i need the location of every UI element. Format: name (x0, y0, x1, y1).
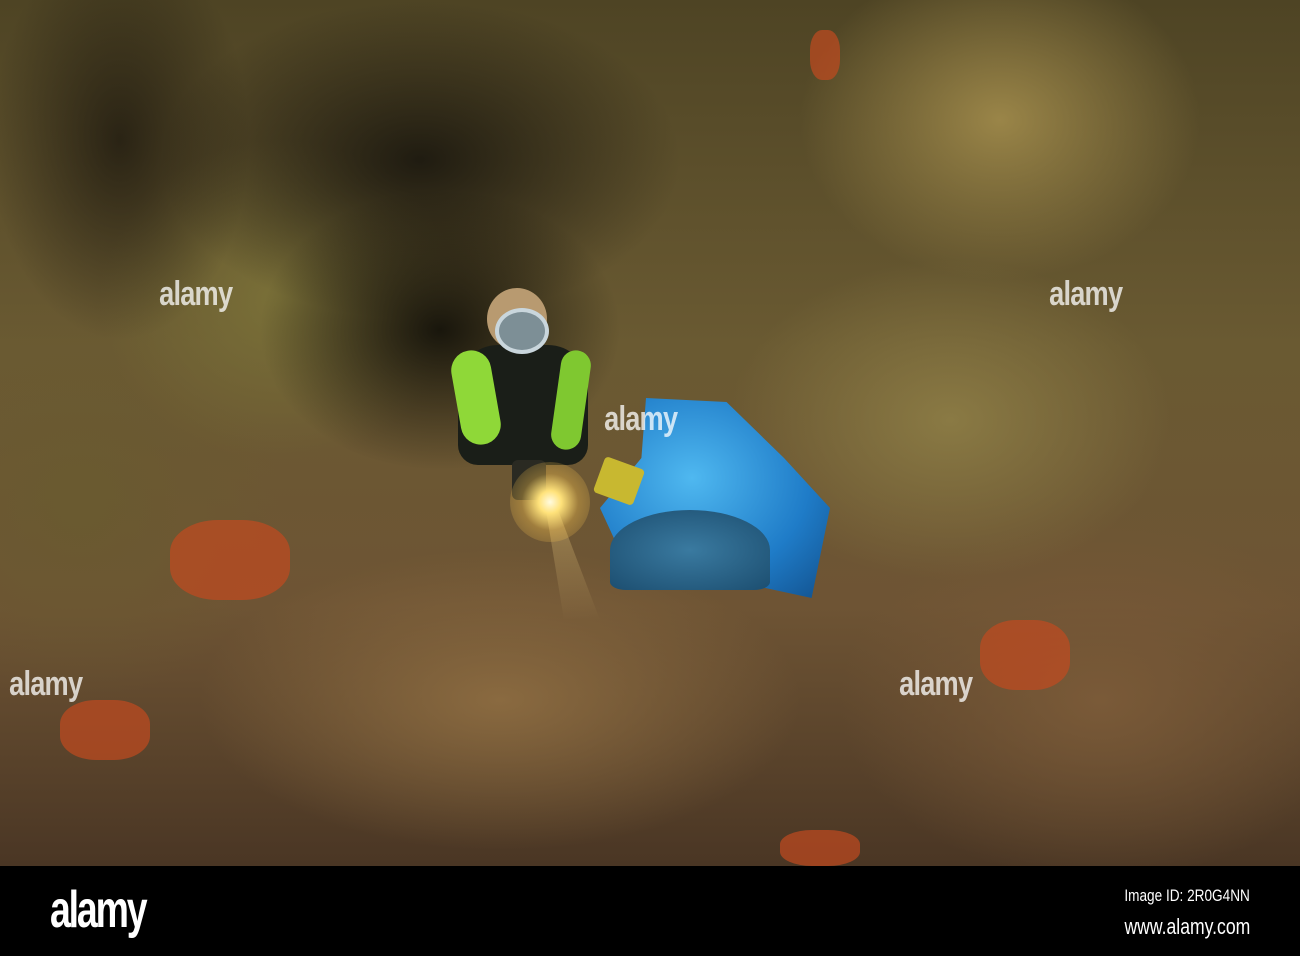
underwater-cave-photo: alamy alamy alamy alamy alamy (0, 0, 1300, 866)
red-sponge (170, 520, 290, 600)
footer-bar: alamy Image ID: 2R0G4NN www.alamy.com (0, 866, 1300, 956)
diving-mask (495, 308, 549, 354)
red-sponge (980, 620, 1070, 690)
watermark: alamy (159, 275, 233, 313)
image-id: Image ID: 2R0G4NN (1124, 886, 1250, 905)
site-url: www.alamy.com (1124, 914, 1250, 939)
stock-photo: alamy alamy alamy alamy alamy alamy Imag… (0, 0, 1300, 956)
watermark: alamy (604, 400, 678, 438)
red-sponge (780, 830, 860, 866)
reef-outside-cave (610, 510, 770, 590)
alamy-logo: alamy (50, 881, 148, 939)
torch-light (510, 462, 590, 542)
watermark: alamy (9, 665, 83, 703)
watermark: alamy (899, 665, 973, 703)
red-sponge (60, 700, 150, 760)
watermark: alamy (1049, 275, 1123, 313)
red-sponge (810, 30, 840, 80)
